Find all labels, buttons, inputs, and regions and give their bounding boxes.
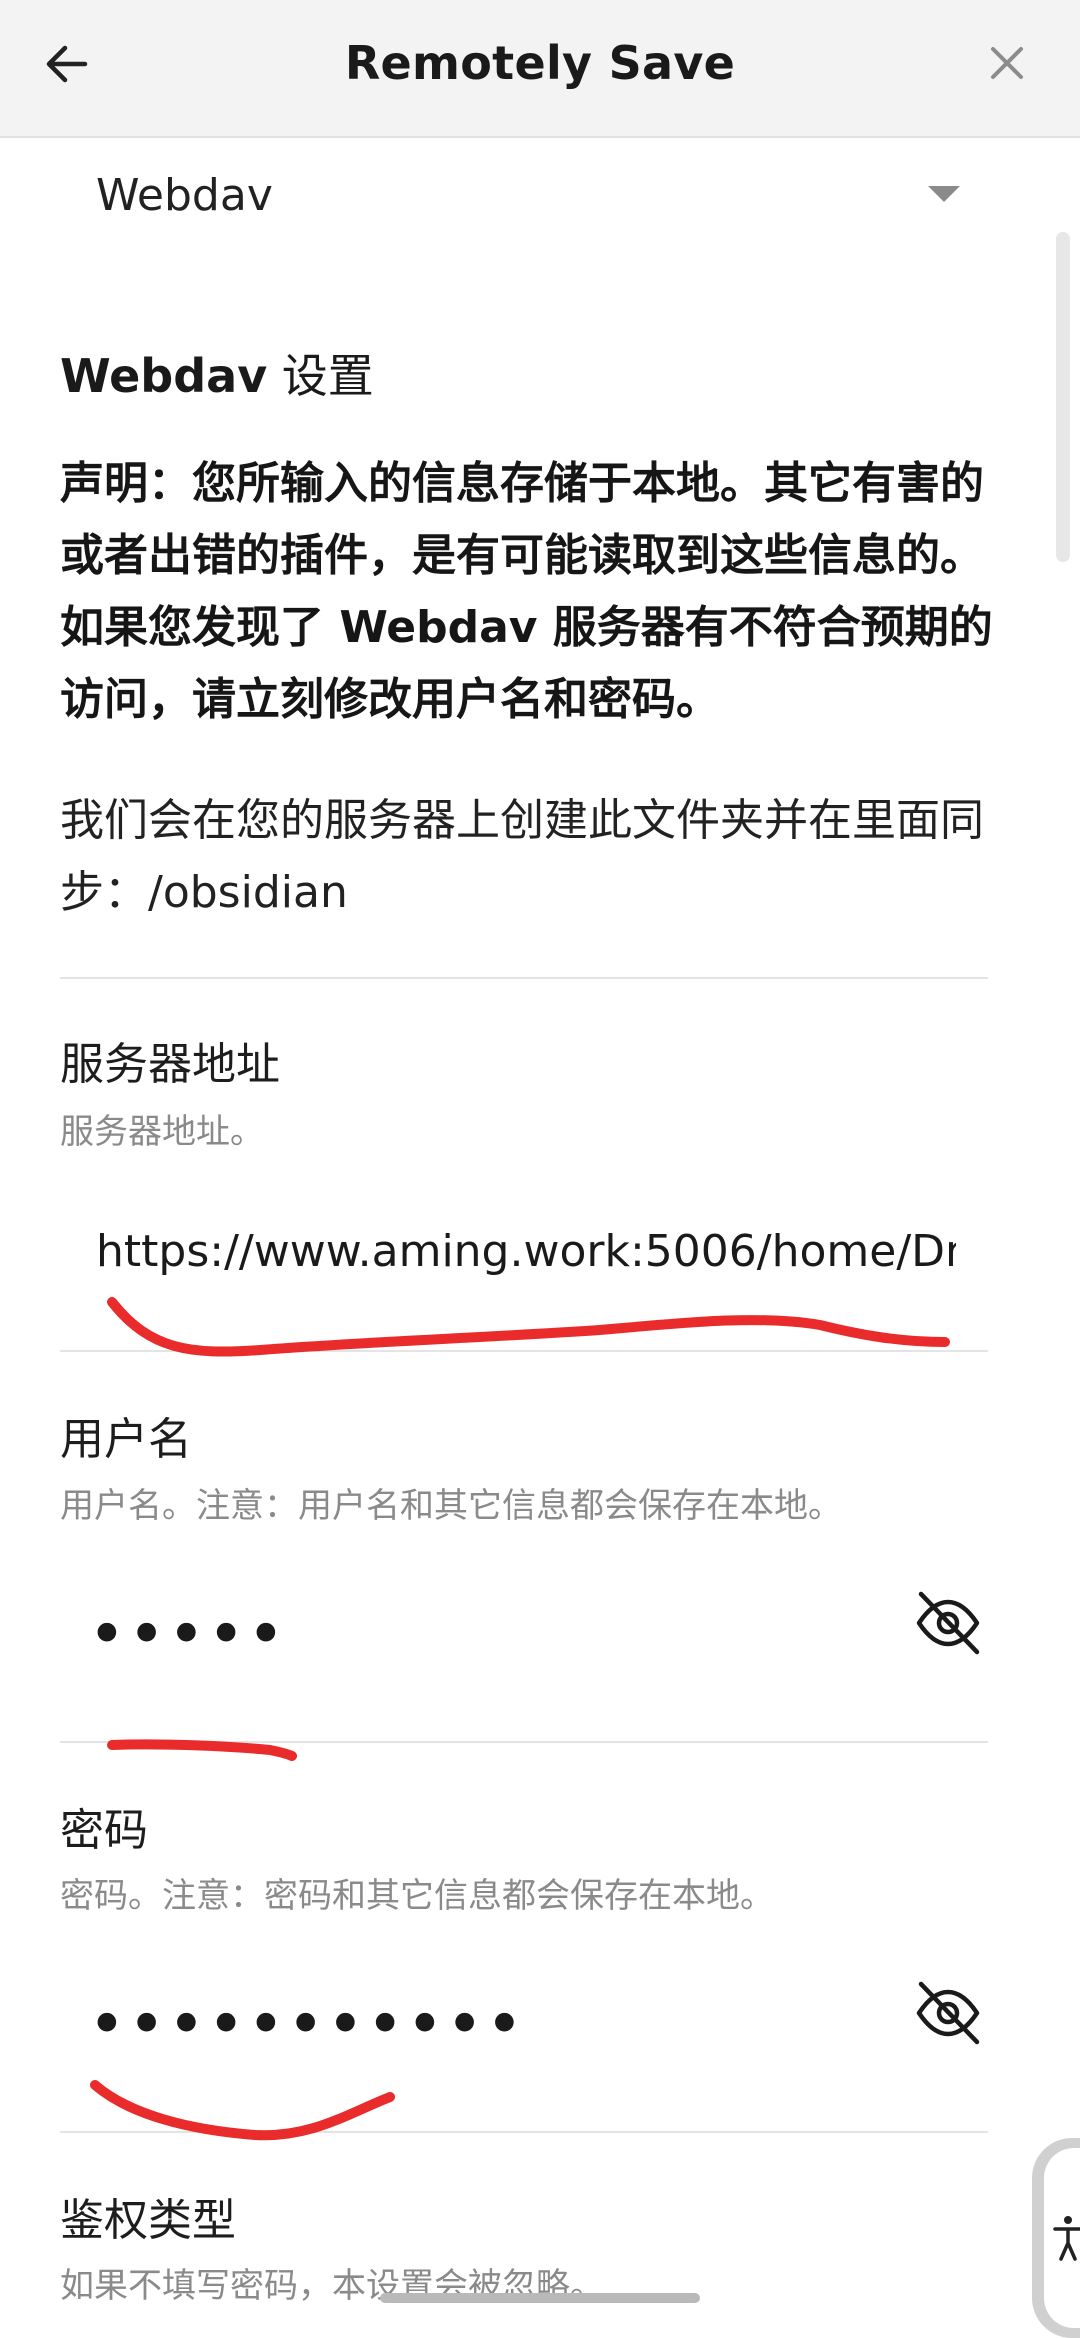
server-address-input[interactable]: https://www.aming.work:5006/home/Dri	[60, 1206, 960, 1296]
accessibility-icon	[1053, 2216, 1080, 2261]
username-label: 用户名	[60, 1414, 192, 1465]
arrow-left-icon	[46, 45, 88, 83]
home-indicator[interactable]	[380, 2293, 700, 2303]
divider	[60, 1741, 988, 1743]
password-visibility-toggle[interactable]	[908, 1973, 988, 2053]
section-heading-rest: 设置	[267, 349, 374, 403]
accessibility-side-button[interactable]	[1032, 2138, 1080, 2338]
password-input[interactable]: •••••••••••	[60, 1980, 960, 2070]
server-address-description: 服务器地址。	[60, 1112, 264, 1152]
section-heading-bold: Webdav	[60, 349, 268, 403]
divider	[60, 2131, 988, 2133]
username-visibility-toggle[interactable]	[908, 1583, 988, 1663]
section-heading: Webdav 设置	[60, 340, 374, 406]
password-description: 密码。注意：密码和其它信息都会保存在本地。	[60, 1876, 774, 1916]
header-bar: Remotely Save	[0, 0, 1080, 138]
password-masked-value: •••••••••••	[88, 1988, 526, 2062]
divider	[60, 977, 988, 979]
back-button[interactable]	[30, 28, 102, 100]
username-masked-value: •••••	[88, 1598, 287, 1672]
close-icon	[991, 47, 1023, 79]
redaction-stroke-server	[107, 1297, 950, 1357]
scrollbar[interactable]	[1056, 232, 1070, 562]
password-label: 密码	[60, 1805, 148, 1856]
eye-off-icon	[916, 1981, 980, 2045]
service-select[interactable]: Webdav	[60, 150, 980, 240]
server-address-value: https://www.aming.work:5006/home/Dri	[96, 1226, 956, 1277]
accessibility-side-button-inner	[1044, 2148, 1080, 2328]
redaction-stroke-password	[90, 2080, 395, 2141]
folder-note: 我们会在您的服务器上创建此文件夹并在里面同步：/obsidian	[60, 795, 984, 918]
page-title: Remotely Save	[344, 36, 736, 90]
server-address-label: 服务器地址	[60, 1039, 280, 1090]
service-select-value: Webdav	[96, 170, 273, 221]
close-button[interactable]	[974, 30, 1040, 96]
redaction-stroke-username	[107, 1739, 297, 1761]
disclaimer-text: 声明：您所输入的信息存储于本地。其它有害的或者出错的插件，是有可能读取到这些信息…	[60, 458, 993, 725]
divider	[60, 1350, 988, 1352]
auth-type-label: 鉴权类型	[60, 2195, 236, 2246]
username-description: 用户名。注意：用户名和其它信息都会保存在本地。	[60, 1486, 842, 1526]
eye-off-icon	[916, 1591, 980, 1655]
caret-down-icon	[928, 186, 960, 202]
username-input[interactable]: •••••	[60, 1590, 960, 1680]
